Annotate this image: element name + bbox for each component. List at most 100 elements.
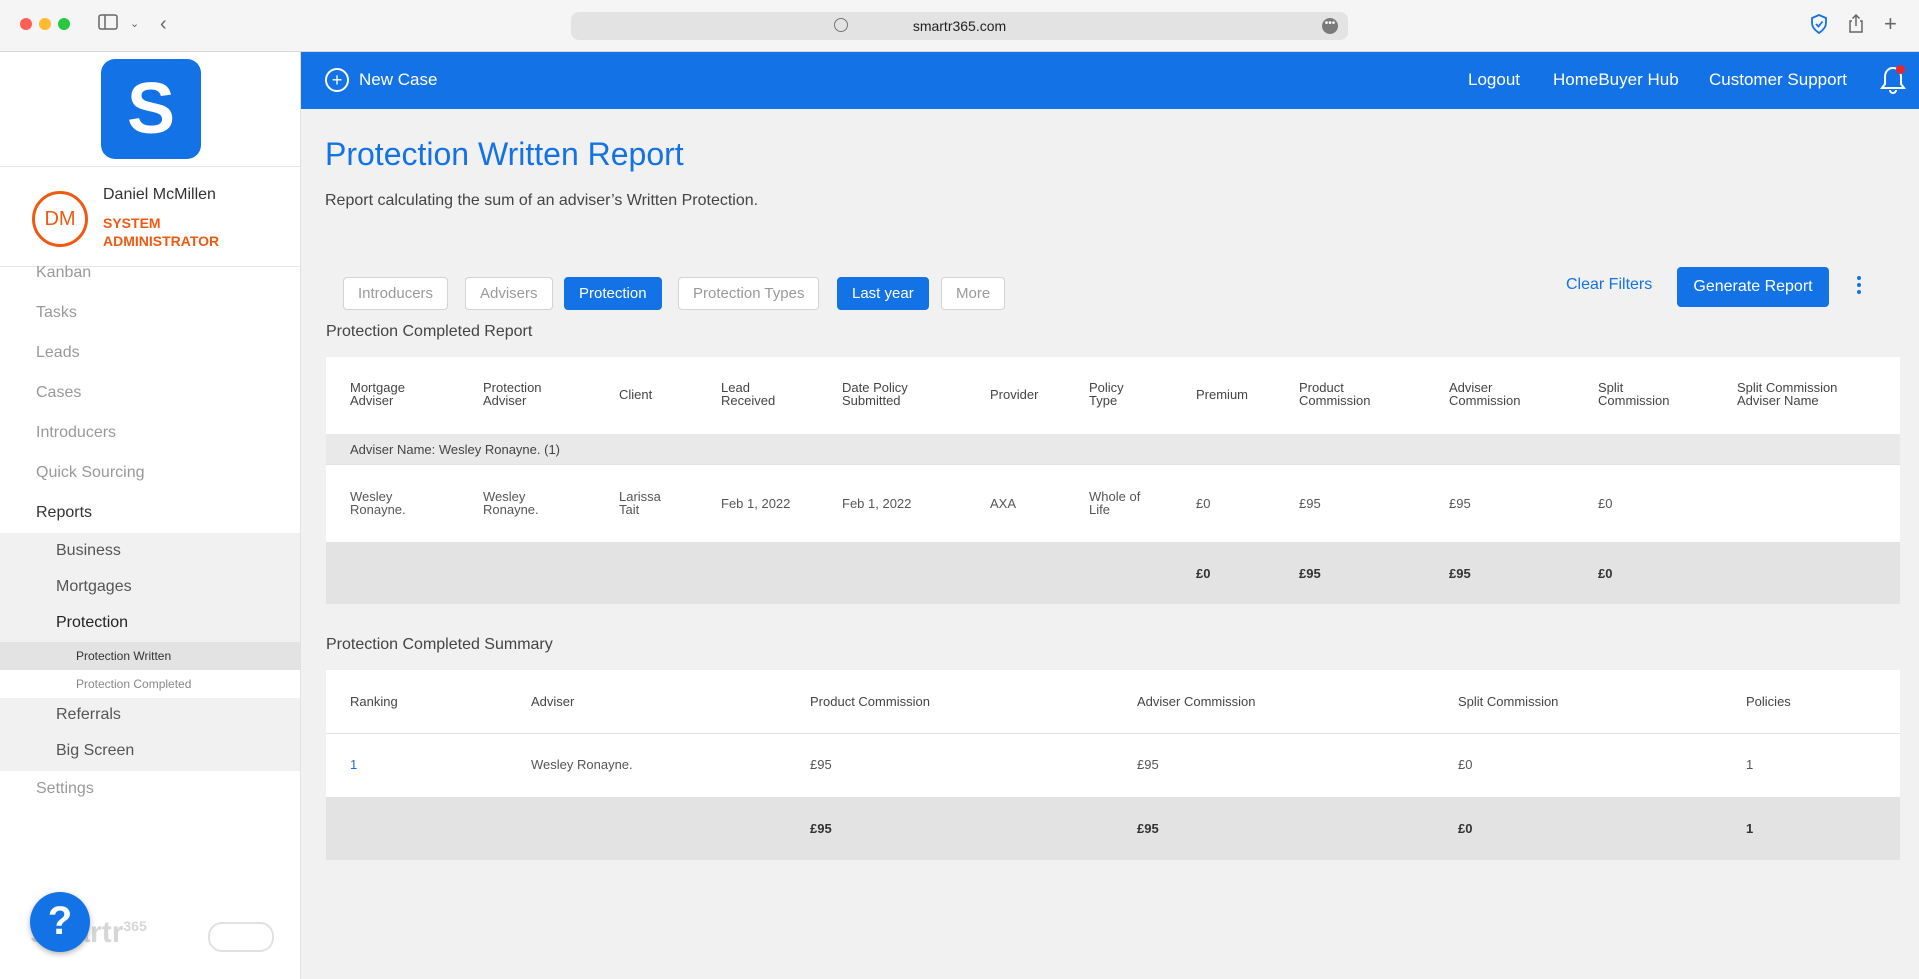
filter-advisers[interactable]: Advisers <box>465 277 553 310</box>
cell-premium: £0 <box>1196 496 1211 511</box>
page-description: Report calculating the sum of an adviser… <box>325 192 759 209</box>
group-label: Adviser Name: Wesley Ronayne. (1) <box>350 442 561 457</box>
new-tab-icon[interactable]: + <box>1884 13 1897 35</box>
sidebar-item-tasks[interactable]: Tasks <box>36 304 77 322</box>
sidebar-subitem-protection-completed[interactable]: Protection Completed <box>76 677 191 691</box>
share-icon[interactable] <box>1848 13 1864 40</box>
shield-icon[interactable] <box>1810 14 1828 40</box>
clear-filters-link[interactable]: Clear Filters <box>1566 276 1652 294</box>
filter-more[interactable]: More <box>941 277 1006 310</box>
back-icon[interactable]: ‹ <box>160 14 167 34</box>
cell-line: Tait <box>619 502 640 517</box>
logo-letter: S <box>126 69 176 149</box>
header-split-commission[interactable]: Split Commission <box>1598 381 1670 407</box>
help-button[interactable]: ? <box>30 892 90 952</box>
cell-protection-adviser: Wesley Ronayne. <box>483 490 539 516</box>
header-product-commission[interactable]: Product Commission <box>1299 381 1371 407</box>
summary-table: Ranking Adviser Product Commission Advis… <box>326 670 1900 860</box>
more-icon[interactable]: ••• <box>1322 18 1338 34</box>
cell-adviser-commission: £95 <box>1137 757 1159 772</box>
header-adviser-commission[interactable]: Adviser Commission <box>1137 695 1255 708</box>
minimize-window-button[interactable] <box>39 18 51 30</box>
totals-row: £0 £95 £95 £0 <box>326 542 1900 604</box>
chevron-down-icon[interactable]: ⌄ <box>130 14 139 34</box>
cell-date-policy-submitted: Feb 1, 2022 <box>842 496 912 511</box>
close-window-button[interactable] <box>20 18 32 30</box>
address-bar[interactable]: smartr365.com ••• <box>571 12 1348 40</box>
header-split-commission[interactable]: Split Commission <box>1458 695 1558 708</box>
total-product-commission: £95 <box>1299 566 1321 581</box>
browser-toolbar: ⌄ ‹ smartr365.com ••• + <box>0 0 1919 52</box>
header-protection-adviser[interactable]: Protection Adviser <box>483 381 542 407</box>
sidebar-item-settings[interactable]: Settings <box>36 780 94 798</box>
total-product-commission: £95 <box>810 821 832 836</box>
filter-protection-types[interactable]: Protection Types <box>678 277 820 310</box>
cell-split-commission: £0 <box>1598 496 1613 511</box>
sidebar-subitem-mortgages[interactable]: Mortgages <box>56 578 132 596</box>
total-split-commission: £0 <box>1598 566 1613 581</box>
header-ranking[interactable]: Ranking <box>350 695 398 708</box>
notification-bell-icon[interactable] <box>1879 65 1909 95</box>
accreditation-badge <box>208 922 274 952</box>
header-premium[interactable]: Premium <box>1196 388 1248 401</box>
sidebar-item-introducers[interactable]: Introducers <box>36 424 116 442</box>
homebuyer-hub-link[interactable]: HomeBuyer Hub <box>1553 70 1679 90</box>
sidebar-subitem-protection-written[interactable]: Protection Written <box>76 649 171 663</box>
more-options-icon[interactable] <box>1856 276 1862 296</box>
header-mortgage-adviser[interactable]: Mortgage Adviser <box>350 381 405 407</box>
zoom-window-button[interactable] <box>58 18 70 30</box>
header-product-commission[interactable]: Product Commission <box>810 695 930 708</box>
sidebar-item-cases[interactable]: Cases <box>36 384 81 402</box>
header-policy-type[interactable]: Policy Type <box>1089 381 1124 407</box>
filter-date-range[interactable]: Last year <box>837 277 929 310</box>
filter-introducers[interactable]: Introducers <box>343 277 449 310</box>
logout-link[interactable]: Logout <box>1468 70 1520 90</box>
header-line: Commission <box>1598 393 1670 408</box>
header-provider[interactable]: Provider <box>990 388 1038 401</box>
customer-support-link[interactable]: Customer Support <box>1709 70 1847 90</box>
sidebar-subitem-protection[interactable]: Protection <box>56 614 128 632</box>
header-line: Commission <box>1449 393 1521 408</box>
header-adviser-commission[interactable]: Adviser Commission <box>1449 381 1521 407</box>
cell-policy-type: Whole of Life <box>1089 490 1140 516</box>
divider <box>0 166 300 167</box>
sidebar-subitem-business[interactable]: Business <box>56 542 121 560</box>
cell-line: Ronayne. <box>350 502 406 517</box>
cell-policies: 1 <box>1746 757 1754 772</box>
sidebar-subitem-big-screen[interactable]: Big Screen <box>56 742 134 760</box>
header-policies[interactable]: Policies <box>1746 695 1791 708</box>
header-split-commission-adviser-name[interactable]: Split Commission Adviser Name <box>1737 381 1837 407</box>
smartr-logo[interactable]: S <box>101 59 201 159</box>
header-line: Adviser <box>350 393 394 408</box>
ranking-link[interactable]: 1 <box>350 758 357 771</box>
new-case-label: New Case <box>359 70 438 89</box>
total-adviser-commission: £95 <box>1449 566 1471 581</box>
sidebar-item-leads[interactable]: Leads <box>36 344 80 362</box>
sidebar-subitem-referrals[interactable]: Referrals <box>56 706 121 724</box>
sidebar-item-kanban[interactable]: Kanban <box>36 264 91 282</box>
sidebar-toggle-icon[interactable] <box>98 14 118 36</box>
sidebar: S DM Daniel McMillen SYSTEM ADMINISTRATO… <box>0 52 301 979</box>
header-line: Adviser Name <box>1737 393 1819 408</box>
header-adviser[interactable]: Adviser <box>531 695 574 708</box>
sidebar-item-reports[interactable]: Reports <box>36 504 92 522</box>
header-client[interactable]: Client <box>619 388 652 401</box>
header-lead-received[interactable]: Lead Received <box>721 381 775 407</box>
total-premium: £0 <box>1196 566 1211 581</box>
total-adviser-commission: £95 <box>1137 821 1159 836</box>
plus-icon: + <box>325 68 349 92</box>
report-section-title: Protection Completed Report <box>326 323 533 340</box>
avatar[interactable]: DM <box>32 191 88 247</box>
header-line: Type <box>1089 393 1118 408</box>
filter-protection[interactable]: Protection <box>564 277 662 310</box>
cell-split-commission: £0 <box>1458 757 1473 772</box>
cell-adviser: Wesley Ronayne. <box>531 757 633 772</box>
page-title: Protection Written Report <box>325 136 684 172</box>
new-case-button[interactable]: + New Case <box>325 67 437 93</box>
header-line: Submitted <box>842 393 901 408</box>
sidebar-item-quick-sourcing[interactable]: Quick Sourcing <box>36 464 145 482</box>
generate-report-button[interactable]: Generate Report <box>1677 267 1829 307</box>
group-row: Adviser Name: Wesley Ronayne. (1) <box>326 434 1900 464</box>
header-date-policy-submitted[interactable]: Date Policy Submitted <box>842 381 908 407</box>
url-text: smartr365.com <box>912 18 1007 34</box>
